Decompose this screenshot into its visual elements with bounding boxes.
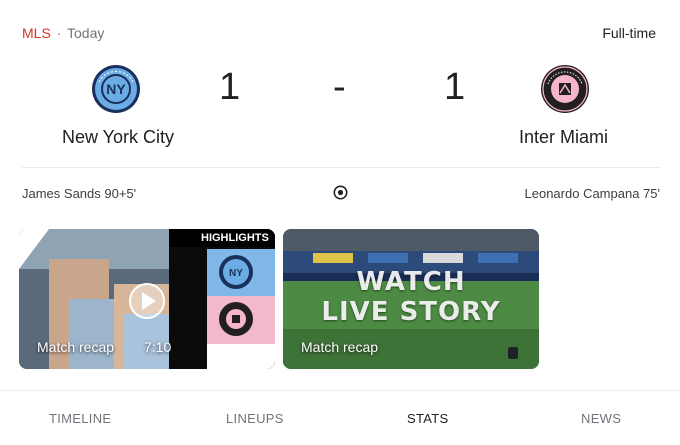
match-header: MLS · Today Full-time: [22, 25, 656, 45]
tab-news[interactable]: NEWS: [581, 411, 621, 426]
score-separator: -: [333, 66, 346, 108]
away-team-name[interactable]: Inter Miami: [519, 127, 608, 148]
watch-overlay-line-1: WATCH: [356, 267, 466, 297]
video-duration: 7:10: [144, 339, 172, 355]
svg-text:NY: NY: [229, 268, 243, 279]
svg-text:NY: NY: [106, 81, 126, 97]
tab-lineups[interactable]: LINEUPS: [226, 411, 284, 426]
away-score: 1: [444, 66, 466, 108]
home-goal-scorer: James Sands 90+5': [22, 186, 137, 201]
match-day: Today: [67, 25, 105, 41]
match-status: Full-time: [602, 25, 656, 41]
watch-overlay-line-2: LIVE STORY: [321, 297, 501, 327]
score-divider: [22, 167, 660, 168]
inter-miami-crest-icon[interactable]: [540, 64, 590, 114]
video-card-live-story[interactable]: WATCH LIVE STORY Match recap: [283, 229, 539, 369]
soccer-ball-icon: [333, 185, 348, 200]
video-label: Match recap: [301, 339, 379, 355]
tab-stats[interactable]: STATS: [407, 411, 448, 426]
away-goal-scorer: Leonardo Campana 75': [524, 186, 660, 201]
highlights-tag: HIGHLIGHTS: [201, 232, 269, 244]
video-card-highlights[interactable]: NY HIGHLIGHTS Match recap 7:10: [19, 229, 275, 369]
home-score: 1: [219, 66, 241, 108]
league-link[interactable]: MLS: [22, 25, 51, 41]
nycfc-crest-icon[interactable]: NY: [91, 64, 141, 114]
video-label: Match recap: [37, 339, 115, 355]
tab-timeline[interactable]: TIMELINE: [49, 411, 111, 426]
home-team-name[interactable]: New York City: [62, 127, 174, 148]
tabs-divider: [0, 390, 680, 391]
header-separator: ·: [56, 25, 62, 41]
